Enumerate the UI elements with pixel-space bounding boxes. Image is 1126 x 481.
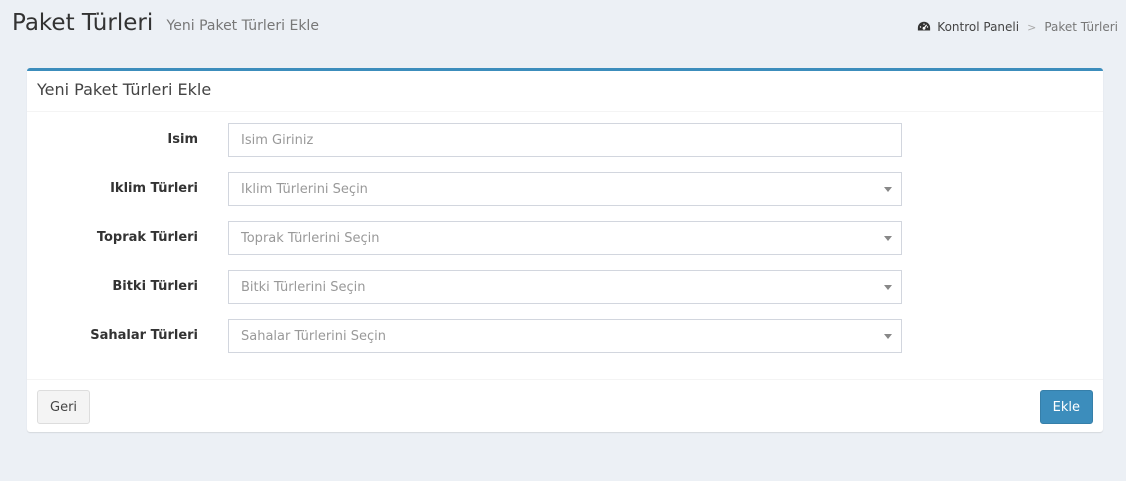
fields-select[interactable]: Sahalar Türlerini Seçin [228, 319, 902, 353]
name-input[interactable] [228, 123, 902, 157]
content-header: Paket Türleri Yeni Paket Türleri Ekle Ko… [0, 0, 1126, 60]
panel-body: Isim Iklim Türleri Iklim Türlerini Seçin… [27, 112, 1103, 378]
panel-title: Yeni Paket Türleri Ekle [37, 80, 212, 99]
climate-select-value: Iklim Türlerini Seçin [241, 182, 368, 197]
plant-select[interactable]: Bitki Türlerini Seçin [228, 270, 902, 304]
page-title: Paket Türleri Yeni Paket Türleri Ekle [12, 10, 319, 36]
climate-row: Iklim Türleri Iklim Türlerini Seçin [27, 172, 1103, 206]
climate-label: Iklim Türleri [110, 181, 198, 196]
plant-row: Bitki Türleri Bitki Türlerini Seçin [27, 270, 1103, 304]
fields-row: Sahalar Türleri Sahalar Türlerini Seçin [27, 319, 1103, 353]
soil-row: Toprak Türleri Toprak Türlerini Seçin [27, 221, 1103, 255]
chevron-down-icon [884, 236, 892, 241]
page-subtitle: Yeni Paket Türleri Ekle [166, 18, 319, 34]
soil-select-value: Toprak Türlerini Seçin [241, 231, 380, 246]
plant-label: Bitki Türleri [112, 279, 198, 294]
soil-label: Toprak Türleri [96, 230, 198, 245]
breadcrumb: Kontrol Paneli > Paket Türleri [917, 20, 1118, 34]
breadcrumb-home-link[interactable]: Kontrol Paneli [937, 20, 1019, 34]
climate-select[interactable]: Iklim Türlerini Seçin [228, 172, 902, 206]
add-button[interactable]: Ekle [1039, 390, 1093, 424]
plant-select-value: Bitki Türlerini Seçin [241, 280, 366, 295]
breadcrumb-current: Paket Türleri [1044, 20, 1118, 34]
form-panel: Yeni Paket Türleri Ekle Isim Iklim Türle… [27, 68, 1103, 432]
breadcrumb-separator-icon: > [1027, 20, 1037, 34]
panel-footer: Geri Ekle [27, 379, 1103, 432]
panel-header: Yeni Paket Türleri Ekle [27, 71, 1103, 112]
name-label: Isim [167, 132, 198, 147]
fields-select-value: Sahalar Türlerini Seçin [241, 329, 387, 344]
chevron-down-icon [884, 334, 892, 339]
dashboard-icon [918, 21, 931, 31]
chevron-down-icon [884, 187, 892, 192]
fields-label: Sahalar Türleri [90, 328, 198, 343]
page-title-text: Paket Türleri [12, 10, 154, 36]
chevron-down-icon [884, 285, 892, 290]
soil-select[interactable]: Toprak Türlerini Seçin [228, 221, 902, 255]
back-button[interactable]: Geri [37, 390, 91, 424]
name-row: Isim [27, 123, 1103, 157]
